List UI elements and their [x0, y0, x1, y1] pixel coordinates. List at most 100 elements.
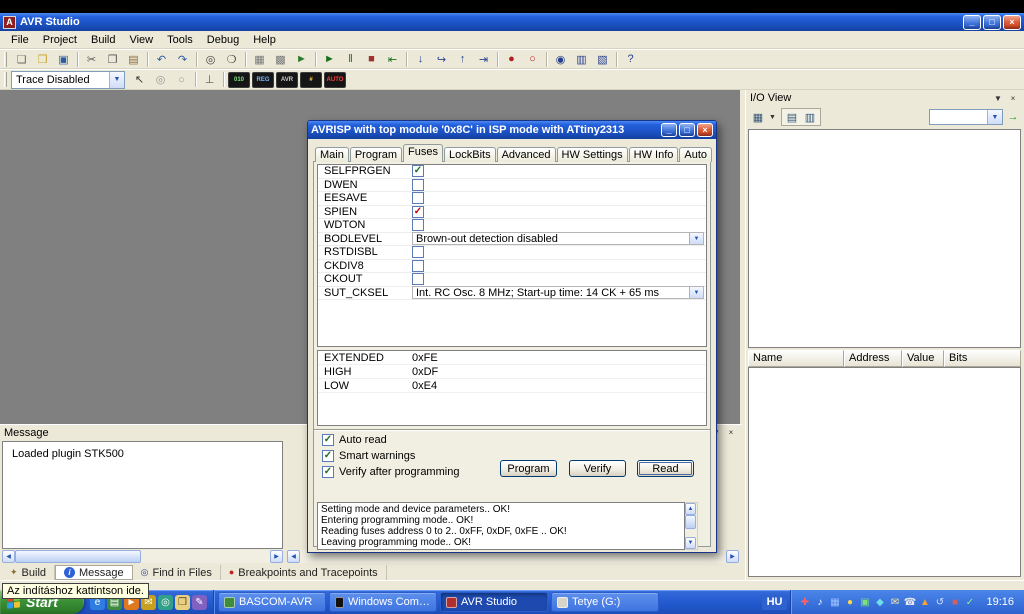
message-horizontal-scrollbar[interactable]: ◀ ▶ [2, 550, 283, 563]
dialog-close-button[interactable]: × [697, 123, 713, 137]
toolbar-grip[interactable] [4, 51, 7, 67]
chevron-down-icon[interactable]: ▼ [689, 233, 703, 245]
go-arrow-icon[interactable]: → [1005, 109, 1021, 125]
task-tetye-drive[interactable]: Tetye (G:) [551, 592, 659, 612]
dialog-tab-hw-settings[interactable]: HW Settings [556, 147, 628, 162]
restore-button[interactable]: □ [983, 14, 1001, 30]
fuse-checkbox-selfprgen[interactable]: ✓ [412, 165, 424, 178]
program-button[interactable]: Program [500, 460, 557, 477]
folder-quicklaunch-icon[interactable]: ❒ [175, 594, 190, 610]
trace-registers-icon[interactable]: REG [252, 71, 274, 88]
task-windows-command[interactable]: Windows Command... [329, 592, 437, 612]
scrollbar-thumb[interactable] [15, 550, 141, 563]
mail-tray-icon[interactable]: ✉ [887, 594, 902, 610]
chevron-down-icon[interactable]: ▼ [987, 110, 1002, 124]
scroll-right-icon[interactable]: ▶ [270, 550, 283, 563]
find-icon[interactable]: ◎ [201, 51, 220, 68]
menu-view[interactable]: View [122, 32, 160, 48]
registers-icon[interactable]: ▧ [593, 51, 612, 68]
pause-icon[interactable]: ‖ [341, 51, 360, 68]
fuse-checkbox-spien[interactable]: ✓ [412, 205, 424, 218]
scrollbar-track[interactable] [685, 529, 697, 537]
fuse-checkbox-ckout[interactable] [412, 273, 424, 286]
io-filter-combo[interactable]: ▼ [929, 109, 1003, 125]
fuse-checkbox-rstdisbl[interactable] [412, 246, 424, 259]
io-column-header[interactable]: Bits [944, 350, 1021, 367]
menu-project[interactable]: Project [36, 32, 84, 48]
fuse-checkbox-dwen[interactable] [412, 178, 424, 191]
dialog-tab-main[interactable]: Main [315, 147, 349, 162]
build-and-run-icon[interactable]: ► [292, 51, 311, 68]
step-out-icon[interactable]: ↑ [453, 51, 472, 68]
dialog-tab-program[interactable]: Program [349, 147, 403, 162]
scroll-down-icon[interactable]: ▼ [685, 537, 696, 549]
verify-button[interactable]: Verify [569, 460, 626, 477]
scroll-up-icon[interactable]: ▲ [685, 503, 696, 515]
step-over-icon[interactable]: ↪ [432, 51, 451, 68]
step-into-icon[interactable]: ↓ [411, 51, 430, 68]
run-to-cursor-icon[interactable]: ⇥ [474, 51, 493, 68]
dialog-minimize-button[interactable]: _ [661, 123, 677, 137]
reset-icon[interactable]: ⇤ [383, 51, 402, 68]
language-indicator[interactable]: HU [761, 594, 788, 610]
programmer-log-output[interactable]: Setting mode and device parameters.. OK!… [317, 502, 685, 550]
probe-icon[interactable]: ⊥ [200, 71, 219, 88]
toolbar-grip[interactable] [4, 72, 7, 87]
io-register-tree[interactable] [748, 129, 1021, 348]
volume-tray-icon[interactable]: ♪ [812, 594, 827, 610]
device-icon[interactable]: AVR [276, 71, 298, 88]
fuse-checkbox-ckdiv8[interactable] [412, 259, 424, 272]
panel-close-icon[interactable]: × [1006, 92, 1020, 105]
network-tray-icon[interactable]: ▦ [827, 594, 842, 610]
task-avr-studio[interactable]: AVR Studio [440, 592, 548, 612]
paste-icon[interactable]: ▤ [124, 51, 143, 68]
chevron-down-icon[interactable]: ▼ [689, 287, 703, 299]
close-button[interactable]: × [1003, 14, 1021, 30]
run-icon[interactable]: ► [320, 51, 339, 68]
tab-build[interactable]: ✦ Build [2, 565, 56, 580]
build-icon[interactable]: ▩ [271, 51, 290, 68]
dialog-tab-lockbits[interactable]: LockBits [444, 147, 496, 162]
tab-find-in-files[interactable]: ◎ Find in Files [133, 565, 221, 580]
scrollbar-thumb[interactable] [685, 515, 696, 529]
verify-after-programming-checkbox[interactable]: ✓ [322, 465, 334, 478]
assemble-icon[interactable]: ▦ [250, 51, 269, 68]
menu-tools[interactable]: Tools [160, 32, 200, 48]
cut-icon[interactable]: ✂ [82, 51, 101, 68]
dialog-tab-fuses[interactable]: Fuses [403, 144, 443, 162]
io-column-header[interactable]: Name [748, 350, 844, 367]
minimize-button[interactable]: _ [963, 14, 981, 30]
select-cursor-icon[interactable]: ↖ [130, 71, 149, 88]
trace-mode-combo[interactable]: Trace Disabled ▼ [11, 70, 125, 89]
scroll-left-icon[interactable]: ◀ [287, 550, 300, 563]
notes-icon[interactable]: ✎ [192, 594, 207, 610]
menu-debug[interactable]: Debug [200, 32, 246, 48]
log-vertical-scrollbar[interactable]: ▲ ▼ [685, 502, 698, 550]
read-button[interactable]: Read [637, 460, 694, 477]
redo-icon[interactable]: ↷ [173, 51, 192, 68]
menu-build[interactable]: Build [84, 32, 122, 48]
fuse-select-sut-cksel[interactable]: Int. RC Osc. 8 MHz; Start-up time: 14 CK… [412, 286, 704, 300]
device-tray-icon[interactable]: ☎ [902, 594, 917, 610]
dialog-maximize-button[interactable]: □ [679, 123, 695, 137]
find-in-files-icon[interactable]: ❍ [222, 51, 241, 68]
clear-breakpoints-icon[interactable]: ○ [523, 51, 542, 68]
undo-icon[interactable]: ↶ [152, 51, 171, 68]
open-file-icon[interactable]: ❒ [33, 51, 52, 68]
antivirus-tray-icon[interactable]: ✚ [797, 594, 812, 610]
sync-tray-icon[interactable]: ↺ [932, 594, 947, 610]
trace-bits-icon[interactable]: 010 [228, 71, 250, 88]
dialog-tab-hw-info[interactable]: HW Info [628, 147, 679, 162]
smart-warnings-checkbox[interactable]: ✓ [322, 449, 334, 462]
save-icon[interactable]: ▣ [54, 51, 73, 68]
panel-close-icon[interactable]: × [724, 426, 738, 439]
chevron-down-icon[interactable]: ▼ [109, 71, 124, 88]
messenger-tray-icon[interactable]: ◆ [872, 594, 887, 610]
fuse-checkbox-wdton[interactable] [412, 219, 424, 232]
new-file-icon[interactable]: ❏ [12, 51, 31, 68]
memory-icon[interactable]: ▥ [572, 51, 591, 68]
chip-icon[interactable]: ▦ [749, 109, 767, 125]
io-column-header[interactable]: Address [844, 350, 902, 367]
tab-breakpoints[interactable]: ● Breakpoints and Tracepoints [221, 565, 387, 580]
fuse-select-bodlevel[interactable]: Brown-out detection disabled ▼ [412, 232, 704, 246]
